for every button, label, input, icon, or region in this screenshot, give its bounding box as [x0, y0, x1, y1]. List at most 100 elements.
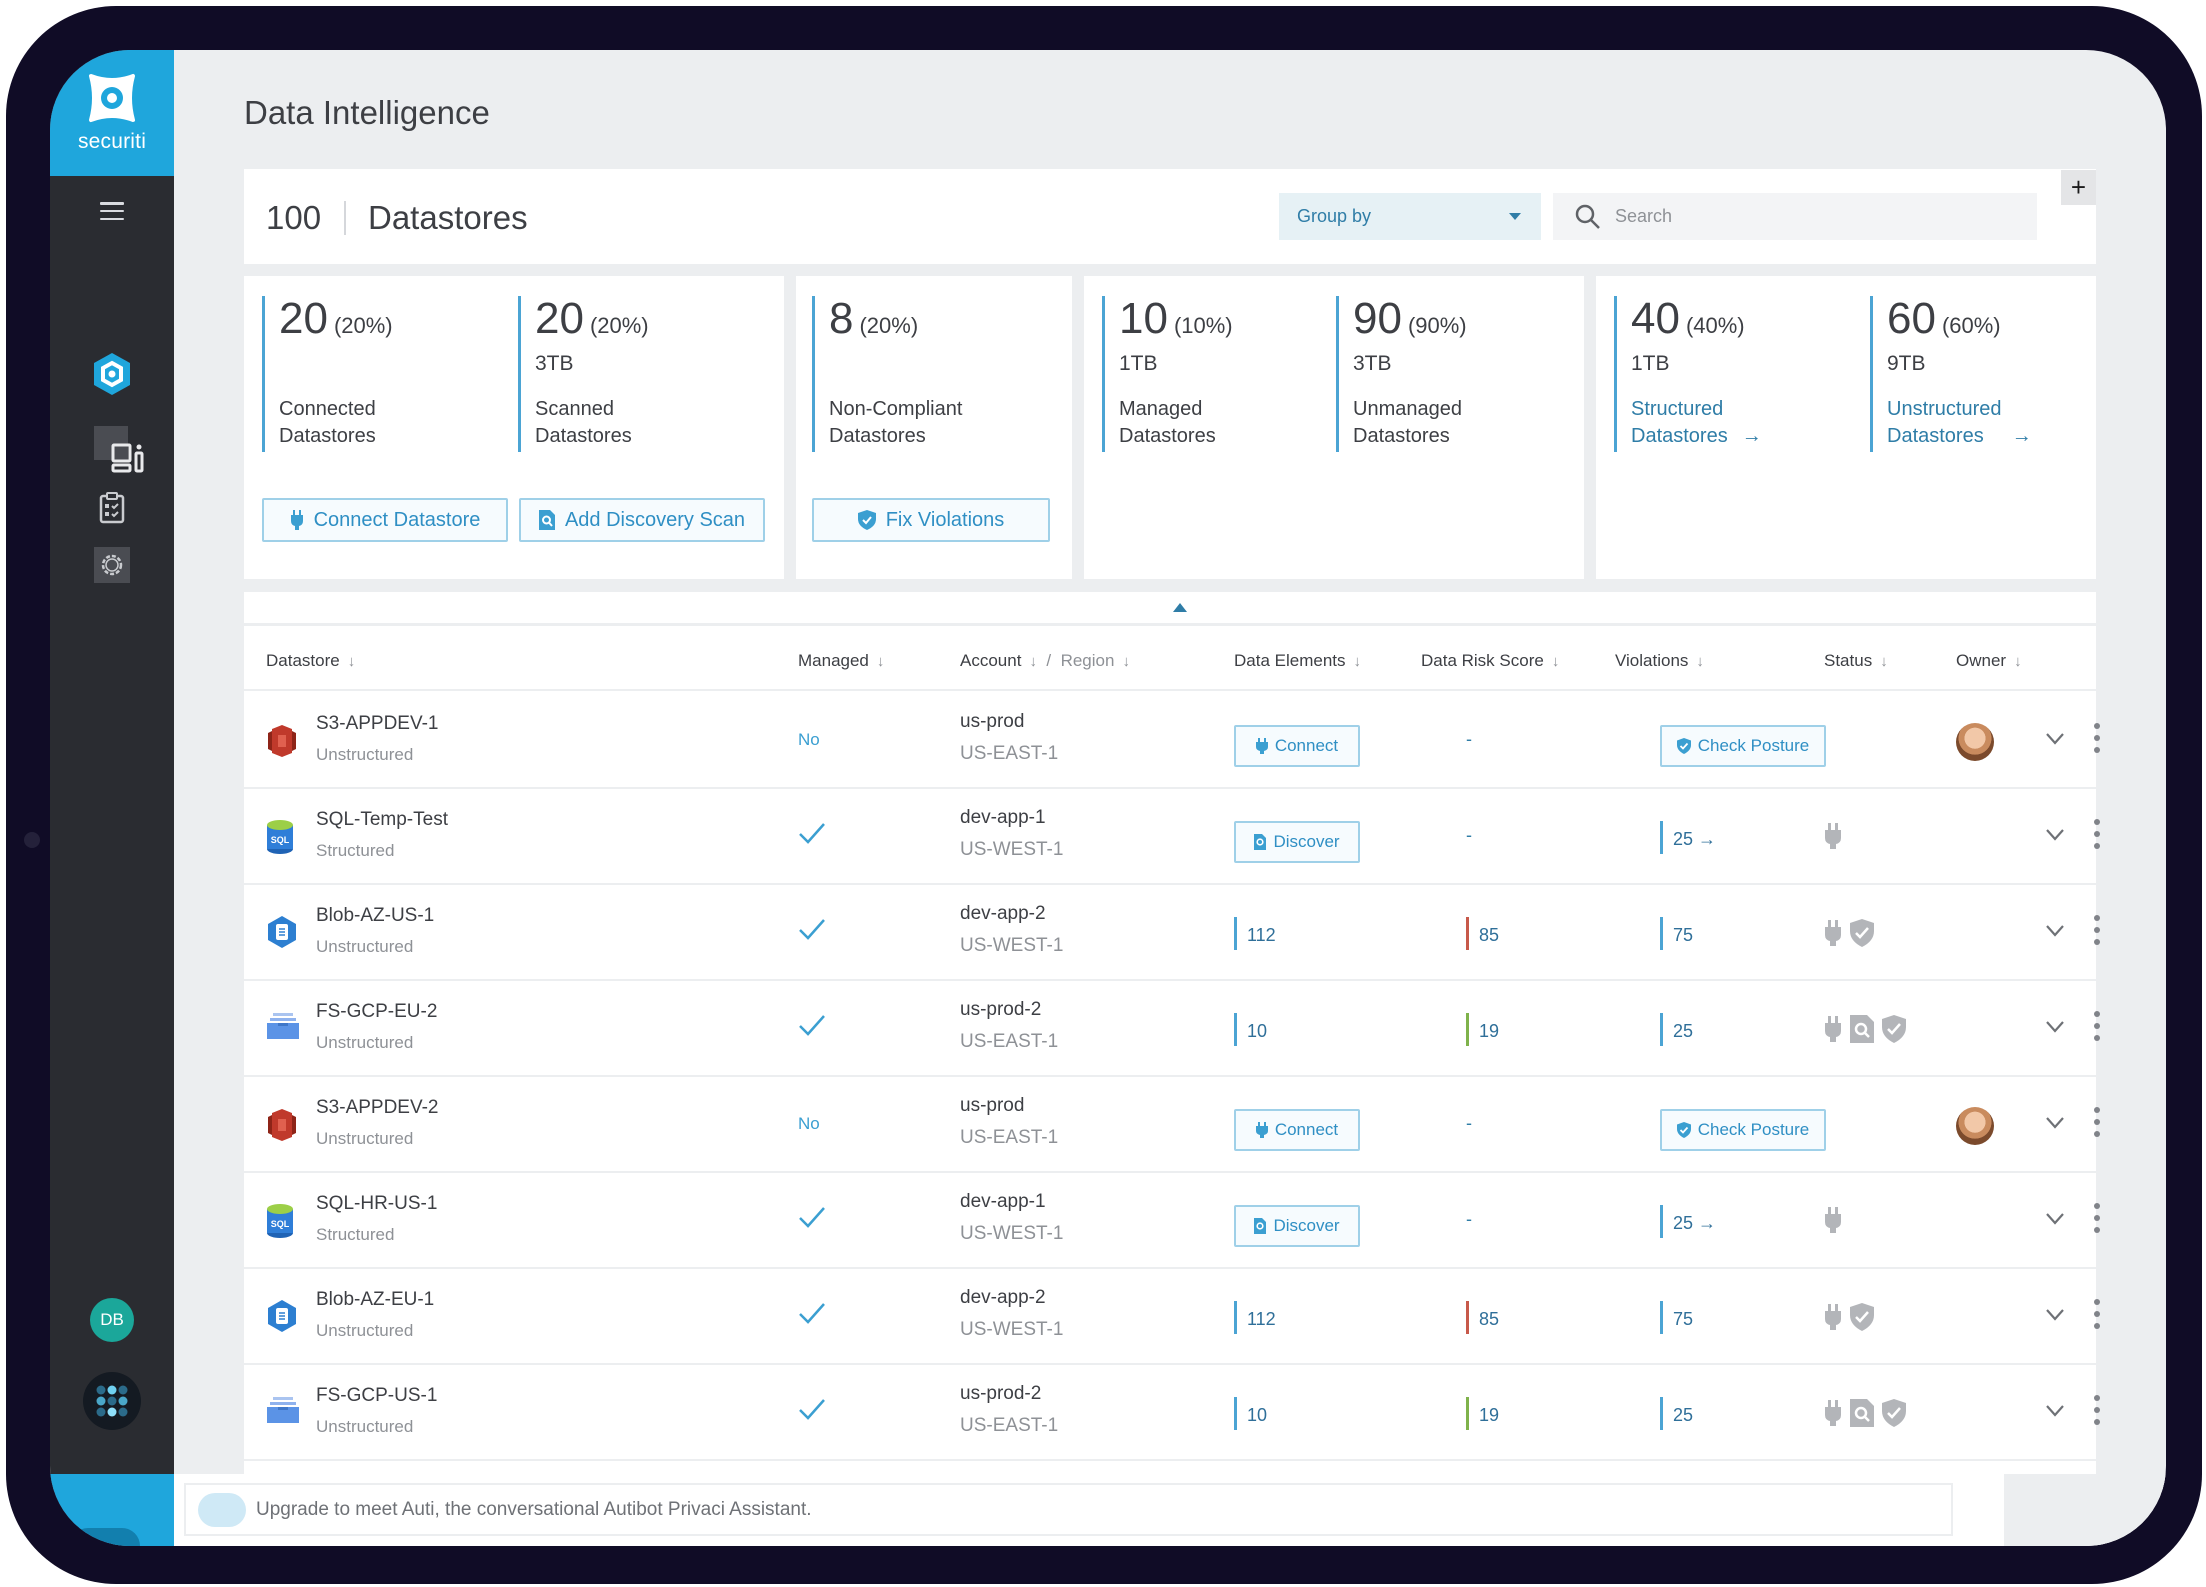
- datastore-count: 100: [266, 199, 322, 236]
- stat-label: Unmanaged Datastores: [1353, 398, 1462, 447]
- expand-row-chevron-icon[interactable]: [2044, 1115, 2066, 1131]
- risk-score-value: 19: [1466, 1013, 1499, 1046]
- sidebar-footer: [50, 1474, 174, 1546]
- sidebar-item-data-intelligence[interactable]: [90, 352, 134, 396]
- structured-datastores-link[interactable]: Structured Datastores →: [1631, 396, 1762, 450]
- status-shield-icon: [1882, 1399, 1906, 1432]
- risk-score-empty: -: [1466, 1113, 1472, 1133]
- expand-row-chevron-icon[interactable]: [2044, 827, 2066, 843]
- datastore-name[interactable]: SQL-HR-US-1: [316, 1193, 437, 1215]
- datastore-name[interactable]: SQL-Temp-Test: [316, 809, 448, 831]
- datastores-header: 100 Datastores Group by: [244, 169, 2096, 264]
- group-by-dropdown[interactable]: Group by: [1279, 193, 1541, 240]
- plug-icon: [1825, 823, 1841, 849]
- discover-button[interactable]: Discover: [1234, 1205, 1360, 1247]
- violations-value[interactable]: 25 →: [1660, 1205, 1716, 1238]
- stat-number: 40: [1631, 294, 1680, 343]
- expand-row-chevron-icon[interactable]: [2044, 731, 2066, 747]
- search-input[interactable]: [1615, 206, 2015, 227]
- row-actions-menu-icon[interactable]: [2092, 1011, 2102, 1041]
- stat-percent: (60%): [1941, 313, 2001, 338]
- column-header-datastore[interactable]: Datastore ↓: [266, 651, 355, 671]
- datastore-type: Unstructured: [316, 1129, 414, 1148]
- datastore-name[interactable]: FS-GCP-EU-2: [316, 1001, 437, 1023]
- owner-avatar[interactable]: [1956, 1107, 1994, 1145]
- row-actions-menu-icon[interactable]: [2092, 915, 2102, 945]
- sort-arrow-icon: ↓: [1551, 653, 1560, 670]
- data-elements-value: 10: [1234, 1013, 1267, 1046]
- column-header-account[interactable]: Account ↓ / Region ↓: [960, 651, 1130, 671]
- apps-button[interactable]: [83, 1372, 141, 1430]
- menu-toggle-button[interactable]: [100, 202, 124, 220]
- assistant-input[interactable]: Upgrade to meet Auti, the conversational…: [184, 1483, 1953, 1536]
- discover-button[interactable]: Discover: [1234, 821, 1360, 863]
- column-header-violations[interactable]: Violations ↓: [1615, 651, 1704, 671]
- column-header-status[interactable]: Status ↓: [1824, 651, 1888, 671]
- expand-row-chevron-icon[interactable]: [2044, 1403, 2066, 1419]
- add-discovery-scan-button[interactable]: Add Discovery Scan: [519, 498, 765, 542]
- datastore-name[interactable]: Blob-AZ-US-1: [316, 905, 434, 927]
- column-header-data-risk-score[interactable]: Data Risk Score ↓: [1421, 651, 1559, 671]
- connect-button[interactable]: Connect: [1234, 725, 1360, 767]
- sort-arrow-icon: ↓: [1353, 653, 1362, 670]
- expand-row-chevron-icon[interactable]: [2044, 1307, 2066, 1323]
- check-posture-button[interactable]: Check Posture: [1660, 1109, 1826, 1151]
- table-row[interactable]: SQL SQL-Temp-Test Structured dev-app-1 US-WE…: [244, 789, 2100, 885]
- status-plug-icon: [1824, 1016, 1842, 1047]
- table-row[interactable]: FS-GCP-EU-2 Unstructured us-prod-2 US-EAST-…: [244, 981, 2100, 1077]
- stat-label: Managed Datastores: [1119, 398, 1216, 447]
- column-header-data-elements[interactable]: Data Elements ↓: [1234, 651, 1361, 671]
- hamburger-line: [100, 202, 124, 205]
- table-row[interactable]: Blob-AZ-US-1 Unstructured dev-app-2 US-WEST…: [244, 885, 2100, 981]
- check-posture-button[interactable]: Check Posture: [1660, 725, 1826, 767]
- azure-sql-icon: SQL: [266, 1203, 298, 1239]
- expand-row-chevron-icon[interactable]: [2044, 923, 2066, 939]
- row-actions-menu-icon[interactable]: [2092, 1395, 2102, 1425]
- collapse-stats-toggle[interactable]: [244, 592, 2096, 626]
- datastore-name[interactable]: S3-APPDEV-1: [316, 713, 439, 735]
- region-name: US-WEST-1: [960, 1319, 1064, 1340]
- table-row[interactable]: S3-APPDEV-1 Unstructured No us-prod US-EAST-…: [244, 693, 2100, 789]
- search-box[interactable]: [1553, 193, 2037, 240]
- managed-check: [798, 821, 826, 845]
- expand-row-chevron-icon[interactable]: [2044, 1019, 2066, 1035]
- fix-violations-button[interactable]: Fix Violations: [812, 498, 1050, 542]
- datastore-name[interactable]: Blob-AZ-EU-1: [316, 1289, 434, 1311]
- connect-datastore-button[interactable]: Connect Datastore: [262, 498, 508, 542]
- stat-size: 1TB: [1631, 352, 1670, 375]
- row-actions-menu-icon[interactable]: [2092, 1203, 2102, 1233]
- table-row[interactable]: Blob-AZ-EU-1 Unstructured dev-app-2 US-WEST…: [244, 1269, 2100, 1365]
- managed-check: [798, 1397, 826, 1421]
- column-header-managed[interactable]: Managed ↓: [798, 651, 884, 671]
- account-name: dev-app-2: [960, 903, 1046, 924]
- stats-card-compliance: 8 (20%) Non-Compliant Datastores Fix Viola…: [796, 276, 1072, 579]
- datastore-name[interactable]: S3-APPDEV-2: [316, 1097, 439, 1119]
- sidebar-item-assessments[interactable]: [90, 486, 134, 530]
- unstructured-datastores-link[interactable]: Unstructured Datastores →: [1887, 396, 2032, 450]
- connect-button[interactable]: Connect: [1234, 1109, 1360, 1151]
- violations-value[interactable]: 25 →: [1660, 821, 1716, 854]
- app-screen: securiti DB Data Intelligence 100 Datast…: [50, 50, 2166, 1546]
- column-header-owner[interactable]: Owner ↓: [1956, 651, 2022, 671]
- row-actions-menu-icon[interactable]: [2092, 1299, 2102, 1329]
- table-row[interactable]: FS-GCP-US-1 Unstructured us-prod-2 US-EAST-…: [244, 1365, 2100, 1461]
- table-row[interactable]: SQL SQL-HR-US-1 Structured dev-app-1 US-WEST…: [244, 1173, 2100, 1269]
- sidebar-item-settings[interactable]: [94, 547, 130, 583]
- sidebar: securiti DB: [50, 50, 174, 1546]
- row-actions-menu-icon[interactable]: [2092, 723, 2102, 753]
- plug-icon: [1825, 1207, 1841, 1233]
- row-actions-menu-icon[interactable]: [2092, 819, 2102, 849]
- datastore-name[interactable]: FS-GCP-US-1: [316, 1385, 437, 1407]
- add-button[interactable]: +: [2061, 170, 2096, 205]
- expand-row-chevron-icon[interactable]: [2044, 1211, 2066, 1227]
- owner-avatar[interactable]: [1956, 723, 1994, 761]
- brand-logo[interactable]: securiti: [50, 50, 174, 176]
- sort-arrow-icon: ↓: [1029, 653, 1037, 670]
- managed-check: [798, 1013, 826, 1037]
- scan-document-icon: [1850, 1015, 1874, 1043]
- table-row[interactable]: S3-APPDEV-2 Unstructured No us-prod US-EAST-…: [244, 1077, 2100, 1173]
- user-avatar[interactable]: DB: [90, 1298, 134, 1342]
- violations-value: 75: [1660, 1301, 1693, 1334]
- row-actions-menu-icon[interactable]: [2092, 1107, 2102, 1137]
- data-elements-value: 10: [1234, 1397, 1267, 1430]
